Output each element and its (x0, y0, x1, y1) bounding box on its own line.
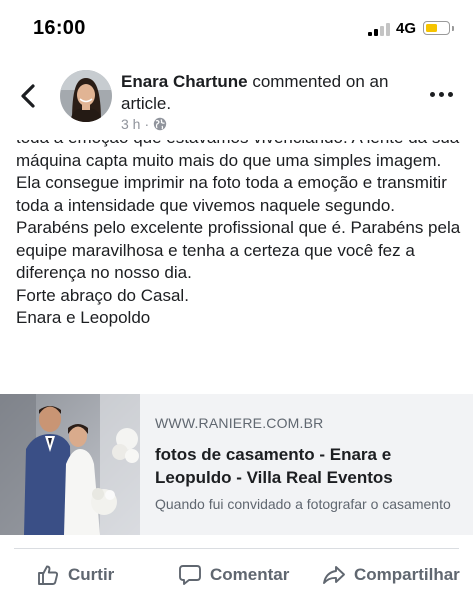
comment-text: toda a emoção que estávamos vivenciando.… (16, 140, 468, 330)
post-meta: 3 h · (121, 116, 167, 132)
back-button[interactable] (16, 80, 42, 112)
share-label: Compartilhar (354, 565, 460, 584)
link-title: fotos de casamento - Enara e Leopuldo - … (155, 445, 393, 487)
speech-bubble-icon (179, 565, 201, 585)
more-dot-icon (439, 92, 444, 97)
status-bar: 16:00 4G (0, 0, 473, 58)
comment-paragraph: toda a emoção que estávamos vivenciando.… (16, 140, 459, 215)
comment-paragraph: Parabéns pelo excelente profissional que… (16, 218, 461, 282)
post-header: Enara Chartune commented on an article. … (0, 58, 473, 140)
chevron-left-icon (21, 84, 35, 108)
signal-icon (368, 22, 390, 36)
more-options-button[interactable] (430, 92, 456, 102)
comment-paragraph: Enara e Leopoldo (16, 308, 151, 327)
share-arrow-icon (323, 566, 345, 584)
thumbs-up-icon (38, 565, 59, 585)
share-button[interactable]: Compartilhar (322, 560, 460, 590)
battery-icon (423, 21, 450, 35)
like-button[interactable]: Curtir (36, 560, 114, 590)
link-description: Quando fui convidado a fotografar o casa… (155, 496, 451, 512)
divider (14, 548, 459, 549)
timestamp[interactable]: 3 h (121, 116, 140, 132)
status-time: 16:00 (33, 17, 86, 39)
battery-cap (452, 26, 454, 31)
avatar-photo (60, 70, 112, 122)
author-name[interactable]: Enara Chartune (121, 72, 248, 91)
comment-button[interactable]: Comentar (178, 560, 289, 590)
more-dot-icon (430, 92, 435, 97)
more-dot-icon (448, 92, 453, 97)
like-label: Curtir (68, 565, 115, 584)
comment-body: toda a emoção que estávamos vivenciando.… (0, 140, 473, 388)
comment-label: Comentar (210, 565, 290, 584)
link-thumbnail (0, 394, 140, 535)
link-domain: WWW.RANIERE.COM.BR (155, 415, 324, 431)
avatar[interactable] (60, 70, 112, 122)
network-type: 4G (396, 20, 417, 37)
globe-icon (153, 117, 167, 131)
wedding-photo (0, 394, 140, 535)
comment-paragraph: Forte abraço do Casal. (16, 285, 189, 305)
battery-level (426, 24, 438, 32)
meta-separator: · (144, 116, 150, 132)
post-header-text: Enara Chartune commented on an article. (121, 71, 421, 115)
link-preview-card[interactable]: WWW.RANIERE.COM.BR fotos de casamento - … (0, 394, 473, 535)
